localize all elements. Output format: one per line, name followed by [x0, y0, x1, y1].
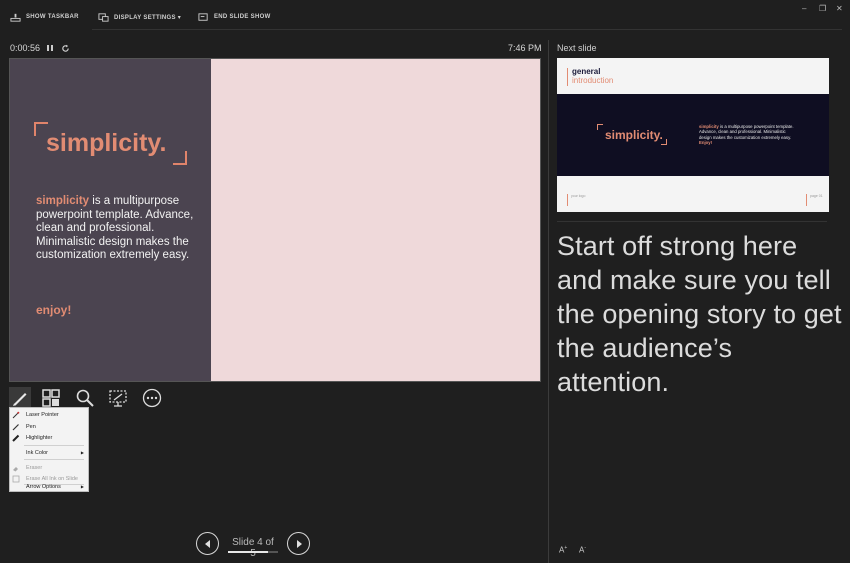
- pane-divider[interactable]: [548, 40, 549, 563]
- menu-item-pen[interactable]: Pen: [10, 421, 88, 432]
- next-slide-button[interactable]: [287, 532, 310, 555]
- current-time: 7:46 PM: [508, 43, 542, 53]
- increase-font-plus-icon: +: [564, 545, 568, 551]
- more-options-button[interactable]: [141, 387, 163, 409]
- elapsed-time: 0:00:56: [10, 43, 41, 53]
- previous-arrow-icon: [204, 539, 210, 548]
- slides-grid-icon: [42, 389, 60, 407]
- menu-item-eraser[interactable]: Eraser: [10, 462, 88, 473]
- thumb-title: simplicity.: [605, 128, 663, 142]
- show-taskbar-button[interactable]: SHOW TASKBAR: [10, 11, 79, 23]
- thumb-footer-left: your logo: [571, 194, 586, 198]
- show-taskbar-label: SHOW TASKBAR: [26, 14, 79, 20]
- increase-font-button[interactable]: A+: [559, 545, 567, 555]
- submenu-arrow-icon: ▶: [80, 484, 84, 489]
- end-show-icon: [198, 12, 208, 21]
- black-screen-button[interactable]: [107, 387, 129, 409]
- thumb-bracket-top-left: [597, 124, 603, 130]
- pen-icon: [13, 393, 27, 406]
- previous-slide-button[interactable]: [196, 532, 219, 555]
- thumb-header-line2: introduction: [572, 76, 614, 85]
- end-slide-show-button[interactable]: END SLIDE SHOW: [198, 11, 271, 23]
- taskbar-icon: [10, 13, 21, 22]
- see-all-slides-button[interactable]: [40, 387, 62, 409]
- slide-progress-fill: [228, 551, 268, 553]
- zoom-button[interactable]: [74, 387, 96, 409]
- pause-icon[interactable]: [46, 44, 54, 52]
- timer-group: 0:00:56: [10, 43, 40, 53]
- thumb-footer-left-accent: [567, 194, 568, 206]
- thumb-footer-right-accent: [806, 194, 807, 206]
- screen-icon: [109, 390, 127, 407]
- next-arrow-icon: [296, 539, 302, 548]
- pen-icon: [10, 423, 22, 431]
- menu-separator: [24, 459, 84, 460]
- menu-item-highlighter[interactable]: Highlighter: [10, 432, 88, 443]
- thumb-header-accent: [567, 68, 568, 86]
- slide-counter[interactable]: Slide 4 of 5: [228, 537, 278, 559]
- decrease-font-button[interactable]: A-: [579, 545, 586, 555]
- display-settings-label: DISPLAY SETTINGS ▾: [114, 14, 182, 21]
- close-button[interactable]: ✕: [836, 4, 843, 13]
- submenu-arrow-icon: ▶: [80, 450, 84, 455]
- notes-divider: [557, 221, 827, 222]
- next-slide-thumbnail[interactable]: general introduction simplicity. simplic…: [557, 58, 829, 212]
- decrease-font-minus-icon: -: [584, 545, 587, 551]
- thumb-enjoy: Enjoy!: [699, 140, 713, 146]
- pen-tool-button[interactable]: [9, 387, 31, 409]
- menu-item-ink-color[interactable]: Ink Color ▶: [10, 447, 88, 458]
- thumb-header-line1: general: [572, 67, 601, 76]
- current-slide[interactable]: simplicity. simplicity is a multipurpose…: [9, 58, 541, 382]
- menu-item-arrow-options[interactable]: Arrow Options ▶: [10, 481, 88, 492]
- toolbar-divider: [92, 29, 842, 30]
- menu-item-laser-pointer[interactable]: Laser Pointer: [10, 409, 88, 420]
- restart-timer-icon[interactable]: [61, 44, 70, 53]
- slide-enjoy: enjoy!: [36, 303, 72, 317]
- thumb-body-highlight: simplicity: [699, 124, 719, 129]
- highlighter-icon: [10, 434, 22, 442]
- speaker-notes[interactable]: Start off strong here and make sure you …: [557, 229, 842, 399]
- pen-options-menu: Laser Pointer Pen Highlighter Ink Color …: [9, 407, 89, 492]
- end-slide-show-label: END SLIDE SHOW: [214, 14, 271, 20]
- thumb-body: simplicity is a multipurpose powerpoint …: [699, 124, 799, 146]
- slide-body-highlight: simplicity: [36, 195, 90, 207]
- title-bracket-bottom-right: [173, 151, 187, 165]
- more-icon: [142, 388, 162, 408]
- next-slide-label: Next slide: [557, 43, 597, 53]
- eraser-icon: [10, 464, 22, 472]
- menu-separator: [24, 445, 84, 446]
- restore-button[interactable]: ❐: [819, 4, 826, 13]
- slide-progress: [228, 551, 278, 553]
- display-settings-icon: [98, 12, 109, 22]
- laser-pointer-icon: [10, 411, 22, 419]
- minimize-button[interactable]: –: [802, 4, 806, 13]
- display-settings-button[interactable]: DISPLAY SETTINGS ▾: [98, 11, 181, 23]
- magnifier-icon: [76, 389, 94, 407]
- thumb-footer-right: page 01: [810, 194, 823, 198]
- slide-title: simplicity.: [46, 129, 167, 157]
- slide-body: simplicity is a multipurpose powerpoint …: [36, 195, 196, 263]
